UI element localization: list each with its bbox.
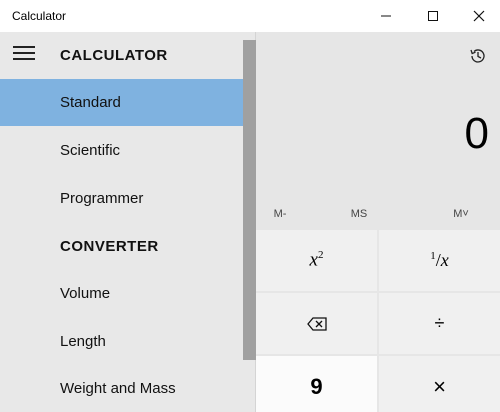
hamburger-icon[interactable]: [13, 46, 35, 62]
converter-section-header: CONVERTER: [60, 238, 159, 255]
history-button[interactable]: [464, 42, 492, 70]
nav-item-standard[interactable]: Standard: [0, 79, 243, 126]
backspace-button[interactable]: [256, 293, 377, 354]
nav-item-label: Weight and Mass: [60, 380, 176, 397]
nav-item-programmer[interactable]: Programmer: [0, 175, 243, 222]
nav-item-label: Volume: [60, 285, 111, 302]
nine-button[interactable]: 9: [256, 356, 377, 412]
history-icon: [470, 49, 485, 63]
multiply-button[interactable]: ×: [379, 356, 500, 412]
navigation-pane: CALCULATOR Standard Scientific Programme…: [0, 32, 256, 412]
square-label: x2: [309, 249, 324, 271]
nav-item-volume[interactable]: Volume: [0, 270, 243, 317]
close-icon: [473, 10, 485, 22]
maximize-button[interactable]: [413, 0, 453, 32]
title-bar: Calculator: [0, 0, 500, 32]
nav-item-label: Standard: [60, 94, 121, 111]
memory-list-button[interactable]: M˅: [431, 198, 491, 230]
nav-item-weight-and-mass[interactable]: Weight and Mass: [0, 365, 243, 412]
result-display: 0: [464, 109, 489, 158]
divide-button[interactable]: ÷: [379, 293, 500, 354]
nav-item-label: Length: [60, 333, 106, 350]
nav-item-scientific[interactable]: Scientific: [0, 127, 243, 174]
reciprocal-button[interactable]: 1/x: [379, 230, 500, 291]
close-button[interactable]: [459, 0, 499, 32]
square-button[interactable]: x2: [256, 230, 377, 291]
nav-item-length[interactable]: Length: [0, 318, 243, 365]
calculator-section-header: CALCULATOR: [60, 47, 168, 64]
minimize-icon: [381, 15, 391, 17]
memory-store-button[interactable]: MS: [329, 198, 389, 230]
nav-scrollbar[interactable]: [243, 40, 256, 360]
reciprocal-label: 1/x: [430, 250, 449, 270]
window-title: Calculator: [12, 9, 67, 23]
nav-item-label: Programmer: [60, 190, 144, 207]
backspace-icon: [306, 316, 327, 331]
minimize-button[interactable]: [366, 0, 406, 32]
nav-item-label: Scientific: [60, 142, 121, 159]
memory-subtract-button[interactable]: M-: [250, 198, 310, 230]
maximize-icon: [428, 11, 438, 21]
